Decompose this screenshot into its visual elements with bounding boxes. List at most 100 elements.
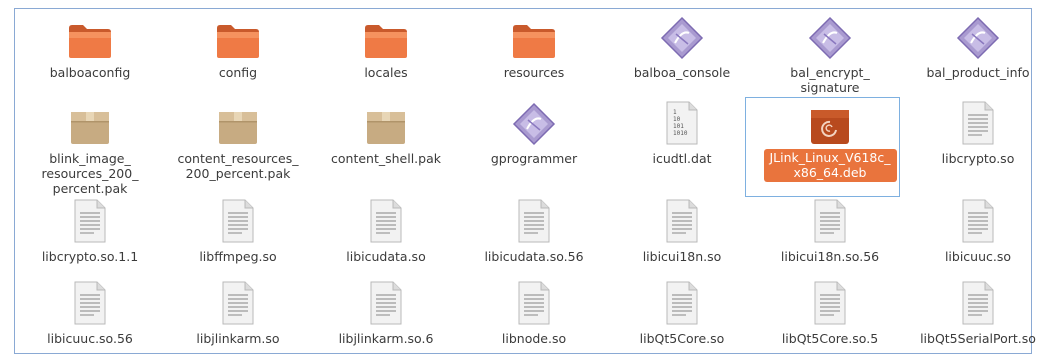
file-name-label: libnode.so xyxy=(501,331,567,346)
file-item[interactable]: libnode.so xyxy=(464,278,604,346)
file-item[interactable]: libQt5SerialPort.so xyxy=(908,278,1042,346)
file-item[interactable]: content_shell.pak xyxy=(316,98,456,166)
file-name-label: libicuuc.so xyxy=(944,249,1012,264)
file-name-label: locales xyxy=(364,65,408,80)
file-item[interactable]: bal_encrypt_ signature xyxy=(760,12,900,95)
file-item[interactable]: 1 10 101 1010 icudtl.dat xyxy=(612,98,752,166)
file-name-label: balboa_console xyxy=(633,65,731,80)
file-item[interactable]: libjlinkarm.so xyxy=(168,278,308,346)
file-item[interactable]: libicuuc.so xyxy=(908,196,1042,264)
file-icon-wrap xyxy=(464,98,604,146)
executable-icon xyxy=(956,16,1000,60)
file-name-label: gprogrammer xyxy=(490,151,578,166)
document-icon xyxy=(962,101,994,145)
file-name-label: libcrypto.so.1.1 xyxy=(41,249,139,264)
file-icon-wrap xyxy=(20,278,160,326)
file-name-label: libjlinkarm.so.6 xyxy=(338,331,434,346)
file-icon-wrap xyxy=(908,196,1042,244)
folder-icon xyxy=(365,25,407,58)
file-item[interactable]: blink_image_ resources_200_ percent.pak xyxy=(20,98,160,196)
document-icon xyxy=(814,281,846,325)
file-item[interactable]: libjlinkarm.so.6 xyxy=(316,278,456,346)
file-item[interactable]: libQt5Core.so xyxy=(612,278,752,346)
file-item[interactable]: libicui18n.so xyxy=(612,196,752,264)
file-icon-wrap xyxy=(168,196,308,244)
file-icon-wrap xyxy=(908,278,1042,326)
file-name-label: bal_encrypt_ signature xyxy=(790,65,870,95)
file-icon-wrap xyxy=(908,98,1042,146)
file-icon-wrap xyxy=(168,98,308,146)
file-name-label: libjlinkarm.so xyxy=(196,331,280,346)
file-item[interactable]: bal_product_info xyxy=(908,12,1042,80)
file-item[interactable]: libQt5Core.so.5 xyxy=(760,278,900,346)
file-name-label: bal_product_info xyxy=(926,65,1030,80)
debian-package-icon xyxy=(811,110,849,144)
document-icon xyxy=(222,281,254,325)
file-icon-wrap xyxy=(316,278,456,326)
file-item[interactable]: resources xyxy=(464,12,604,80)
file-icon-wrap xyxy=(464,196,604,244)
document-icon xyxy=(814,199,846,243)
file-name-label: resources xyxy=(503,65,565,80)
file-name-label: config xyxy=(218,65,258,80)
file-name-label: libQt5Core.so xyxy=(639,331,725,346)
file-icon-wrap xyxy=(20,12,160,60)
file-item[interactable]: libicui18n.so.56 xyxy=(760,196,900,264)
file-icon-wrap: 1 10 101 1010 xyxy=(612,98,752,146)
file-name-label: libicuuc.so.56 xyxy=(47,331,133,346)
file-icon-wrap xyxy=(20,196,160,244)
executable-icon xyxy=(660,16,704,60)
file-icon-wrap xyxy=(612,278,752,326)
file-item[interactable]: libffmpeg.so xyxy=(168,196,308,264)
file-item[interactable]: locales xyxy=(316,12,456,80)
file-icon-wrap xyxy=(20,98,160,146)
document-icon xyxy=(370,199,402,243)
file-name-label: libQt5SerialPort.so xyxy=(920,331,1036,346)
file-name-label: icudtl.dat xyxy=(652,151,712,166)
file-name-label: libicudata.so xyxy=(346,249,426,264)
svg-text:10: 10 xyxy=(673,116,681,123)
document-icon xyxy=(962,281,994,325)
file-name-label: libicui18n.so xyxy=(642,249,722,264)
file-item[interactable]: libcrypto.so xyxy=(908,98,1042,166)
document-icon xyxy=(666,281,698,325)
document-icon xyxy=(370,281,402,325)
executable-icon xyxy=(808,16,852,60)
file-name-label: JLink_Linux_V618c_ x86_64.deb xyxy=(763,149,897,182)
file-icon-wrap xyxy=(316,12,456,60)
svg-text:1: 1 xyxy=(673,109,677,116)
file-item[interactable]: gprogrammer xyxy=(464,98,604,166)
file-icon-wrap xyxy=(760,12,900,60)
file-icon-wrap xyxy=(168,12,308,60)
file-item[interactable]: libcrypto.so.1.1 xyxy=(20,196,160,264)
folder-icon xyxy=(513,25,555,58)
file-item[interactable]: config xyxy=(168,12,308,80)
svg-text:1010: 1010 xyxy=(673,130,688,137)
file-icon-wrap xyxy=(464,278,604,326)
file-item[interactable]: libicudata.so.56 xyxy=(464,196,604,264)
executable-icon xyxy=(512,102,556,146)
file-grid[interactable]: balboaconfig config locales resources balboa… xyxy=(20,12,1036,352)
file-item[interactable]: balboa_console xyxy=(612,12,752,80)
file-item[interactable]: balboaconfig xyxy=(20,12,160,80)
file-item[interactable]: JLink_Linux_V618c_ x86_64.deb xyxy=(760,98,900,182)
file-icon-wrap xyxy=(908,12,1042,60)
file-name-label: libQt5Core.so.5 xyxy=(781,331,879,346)
file-icon-wrap xyxy=(316,196,456,244)
file-icon-wrap xyxy=(168,278,308,326)
file-item[interactable]: content_resources_ 200_percent.pak xyxy=(168,98,308,181)
file-icon-wrap xyxy=(612,196,752,244)
folder-icon xyxy=(69,25,111,58)
file-name-label: libffmpeg.so xyxy=(199,249,277,264)
binary-file-icon: 1101011010 xyxy=(666,101,698,145)
file-icon-wrap xyxy=(464,12,604,60)
file-item[interactable]: libicuuc.so.56 xyxy=(20,278,160,346)
file-icon-wrap xyxy=(760,196,900,244)
file-icon-wrap xyxy=(760,278,900,326)
file-name-label: content_shell.pak xyxy=(331,151,441,166)
file-item[interactable]: libicudata.so xyxy=(316,196,456,264)
file-name-label: libicui18n.so.56 xyxy=(780,249,880,264)
document-icon xyxy=(666,199,698,243)
package-icon xyxy=(219,112,257,144)
file-icon-wrap xyxy=(760,98,900,146)
